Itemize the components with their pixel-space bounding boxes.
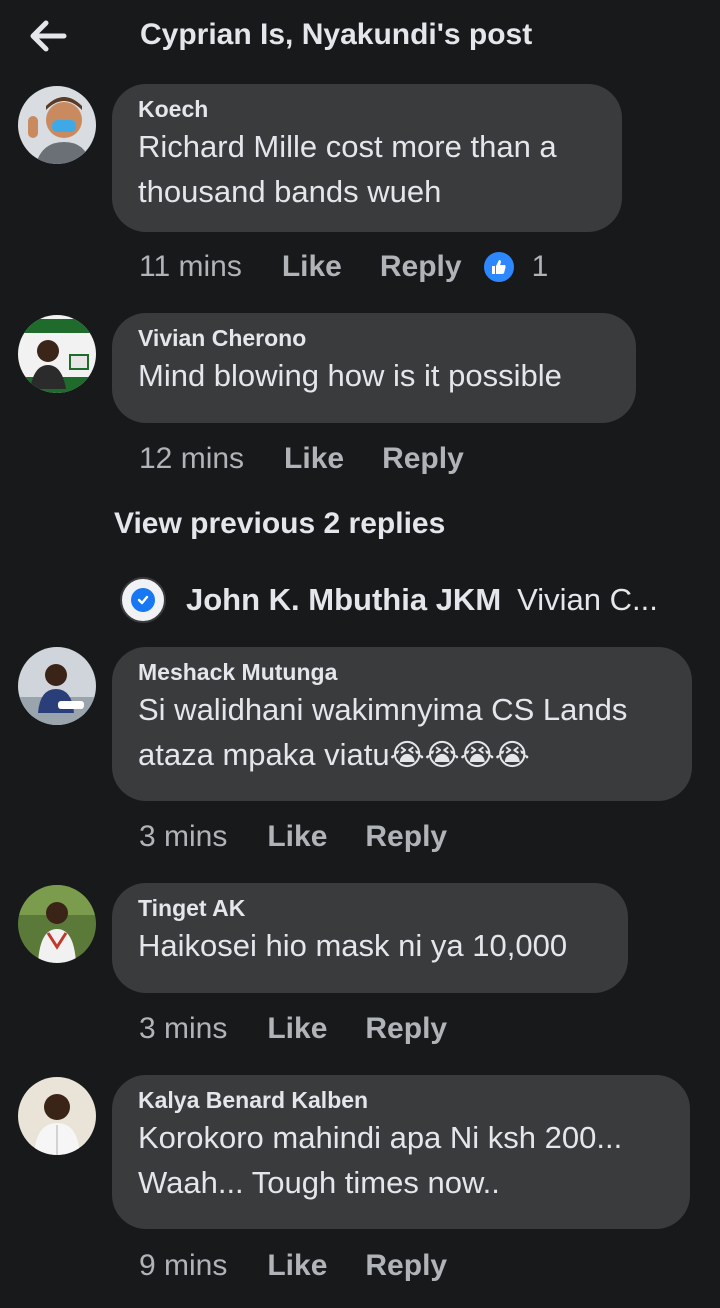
- avatar[interactable]: [18, 86, 96, 164]
- comment-text: Haikosei hio mask ni ya 10,000: [138, 928, 568, 963]
- comment-author[interactable]: Kalya Benard Kalben: [138, 1085, 664, 1115]
- comment-author[interactable]: Koech: [138, 94, 596, 124]
- reaction-count: 1: [531, 250, 549, 283]
- thumbs-up-icon: [481, 250, 516, 284]
- reply-author[interactable]: John K. Mbuthia JKM: [186, 582, 501, 618]
- comment-bubble[interactable]: Meshack Mutunga Si walidhani wakimnyima …: [112, 647, 692, 801]
- crying-emoji: 😭😭😭😭: [389, 739, 530, 772]
- like-button[interactable]: Like: [284, 442, 344, 476]
- reply-button[interactable]: Reply: [382, 442, 464, 476]
- reply-preview[interactable]: John K. Mbuthia JKM Vivian C...: [120, 576, 658, 624]
- comment-bubble[interactable]: Kalya Benard Kalben Korokoro mahindi apa…: [112, 1075, 690, 1229]
- reply-button[interactable]: Reply: [365, 820, 447, 854]
- comment-time: 9 mins: [139, 1249, 228, 1282]
- comment-actions: 12 mins Like Reply: [139, 437, 502, 481]
- arrow-left-icon: [30, 20, 67, 52]
- avatar-image: [18, 86, 96, 164]
- reply-button[interactable]: Reply: [365, 1249, 447, 1283]
- comment-actions: 3 mins Like Reply: [139, 1007, 485, 1051]
- avatar[interactable]: [18, 1077, 96, 1155]
- comment-time: 12 mins: [139, 442, 245, 475]
- like-button[interactable]: Like: [282, 250, 342, 284]
- comment-text: Richard Mille cost more than a thousand …: [138, 129, 557, 209]
- avatar[interactable]: [18, 315, 96, 393]
- comment-actions: 3 mins Like Reply: [139, 815, 485, 859]
- comment-author[interactable]: Tinget AK: [138, 893, 602, 923]
- comment-time: 3 mins: [139, 1012, 228, 1045]
- comment-actions: 9 mins Like Reply: [139, 1244, 485, 1288]
- reply-button[interactable]: Reply: [380, 250, 462, 284]
- reply-button[interactable]: Reply: [365, 1012, 447, 1046]
- comment-author[interactable]: Vivian Cherono: [138, 323, 610, 353]
- reply-text: Vivian C...: [517, 582, 658, 617]
- like-button[interactable]: Like: [267, 1249, 327, 1283]
- avatar[interactable]: [18, 885, 96, 963]
- like-button[interactable]: Like: [267, 1012, 327, 1046]
- check-icon: [131, 588, 155, 612]
- comment-actions: 11 mins Like Reply 1: [139, 245, 548, 289]
- avatar-image: [18, 885, 96, 963]
- view-previous-replies-button[interactable]: View previous 2 replies: [114, 507, 445, 541]
- back-button[interactable]: [26, 14, 70, 58]
- like-button[interactable]: Like: [267, 820, 327, 854]
- avatar[interactable]: [18, 647, 96, 725]
- comment-bubble[interactable]: Koech Richard Mille cost more than a tho…: [112, 84, 622, 232]
- comment-author[interactable]: Meshack Mutunga: [138, 657, 666, 687]
- avatar-image: [18, 647, 96, 725]
- comment-text: Si walidhani wakimnyima CS Lands ataza m…: [138, 687, 666, 778]
- avatar-image: [18, 1077, 96, 1155]
- comment-text: Korokoro mahindi apa Ni ksh 200... Waah.…: [138, 1120, 623, 1200]
- comment-text: Mind blowing how is it possible: [138, 358, 562, 393]
- comment-bubble[interactable]: Tinget AK Haikosei hio mask ni ya 10,000: [112, 883, 628, 993]
- comment-bubble[interactable]: Vivian Cherono Mind blowing how is it po…: [112, 313, 636, 423]
- page-title: Cyprian Is, Nyakundi's post: [140, 18, 533, 51]
- verified-avatar: [120, 577, 166, 623]
- comment-time: 11 mins: [139, 250, 242, 283]
- top-bar: Cyprian Is, Nyakundi's post: [0, 0, 720, 80]
- comments-screen: Cyprian Is, Nyakundi's post Koech Richar…: [0, 0, 720, 1308]
- reaction-summary[interactable]: 1: [481, 250, 549, 284]
- comment-text-body: Si walidhani wakimnyima CS Lands ataza m…: [138, 692, 628, 772]
- comment-time: 3 mins: [139, 820, 228, 853]
- avatar-image: [18, 315, 96, 393]
